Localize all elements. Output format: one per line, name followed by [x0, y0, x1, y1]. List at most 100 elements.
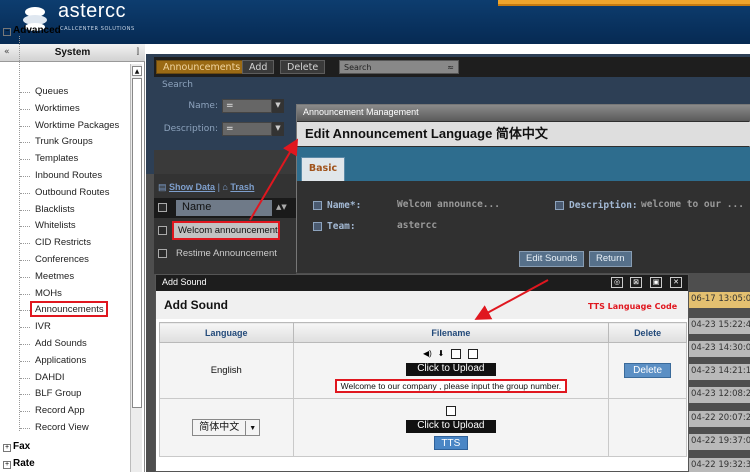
tab-basic[interactable]: Basic — [301, 157, 345, 181]
maximize-icon[interactable]: ⊠ — [630, 277, 642, 288]
tree-connector — [20, 310, 30, 312]
tree-connector — [20, 360, 30, 362]
selection-highlight — [30, 301, 108, 318]
sidebar-item-record-app[interactable]: Record App — [35, 405, 85, 416]
sidebar-item-mohs[interactable]: MOHs — [35, 288, 62, 299]
checkbox[interactable] — [467, 349, 478, 360]
expand-plus-icon[interactable]: + — [3, 461, 11, 469]
return-button[interactable]: Return — [589, 251, 632, 267]
sidebar-header: « System ⫿ — [0, 44, 145, 62]
sidebar-pin-icon[interactable]: ⫿ — [136, 47, 139, 57]
delete-sound-button[interactable]: Delete — [624, 363, 672, 378]
tree-node-label: Fax — [13, 441, 31, 452]
upload-button[interactable]: Click to Upload — [405, 363, 496, 376]
sidebar-item-applications[interactable]: Applications — [35, 355, 86, 366]
delete-cell: Delete — [608, 342, 687, 399]
dropdown-arrow-icon[interactable]: ▼ — [272, 99, 284, 113]
tree-connector — [20, 428, 30, 429]
header-accent-bar — [498, 0, 750, 6]
dropdown-arrow-icon[interactable]: ▼ — [272, 122, 284, 136]
tts-text-field[interactable]: Welcome to our company , please input th… — [334, 379, 568, 393]
name-column-header[interactable]: Name — [176, 200, 272, 216]
tts-button[interactable]: TTS — [433, 435, 468, 450]
checkbox[interactable] — [445, 405, 456, 416]
name-operator-select[interactable]: = — [222, 99, 272, 113]
search-select[interactable]: Search ≈ — [339, 60, 459, 74]
close-icon[interactable]: ✕ — [670, 277, 682, 288]
link-separator: | — [217, 182, 220, 192]
app-header: astercc CALLCENTER SOLUTIONS — [0, 0, 750, 44]
tree-node-advanced[interactable]: − Advanced — [3, 25, 61, 36]
expand-plus-icon[interactable]: + — [3, 444, 11, 452]
trash-link[interactable]: Trash — [230, 182, 254, 192]
dialog-titlebar[interactable]: Add Sound ◎ ⊠ ▣ ✕ — [156, 275, 688, 291]
chevron-icon: ≈ — [447, 63, 454, 72]
download-icon[interactable]: ⬇ — [436, 349, 447, 360]
sidebar-item-blacklists[interactable]: Blacklists — [35, 204, 75, 215]
window-titlebar[interactable]: Announcement Management — [297, 105, 750, 121]
row-checkbox[interactable] — [158, 226, 167, 235]
row-name: Welcom announcement — [178, 225, 278, 236]
sidebar-item-ivr[interactable]: IVR — [35, 321, 51, 332]
table-row: 简体中文 ▼ Click to Upload TTS — [159, 398, 687, 457]
name-filter-label: Name: — [188, 101, 218, 111]
edit-sounds-button[interactable]: Edit Sounds — [519, 251, 585, 267]
sidebar-item-conferences[interactable]: Conferences — [35, 254, 89, 265]
timestamp-cell: 04-22 19:32:31 — [688, 458, 750, 472]
expand-minus-icon[interactable]: − — [3, 28, 11, 36]
sidebar-item-outbound-routes[interactable]: Outbound Routes — [35, 187, 109, 198]
sidebar-item-blf-group[interactable]: BLF Group — [35, 388, 81, 399]
sidebar-item-record-view[interactable]: Record View — [35, 422, 89, 433]
show-data-link[interactable]: Show Data — [169, 182, 215, 192]
timestamp-cell: 04-23 12:08:29 — [688, 387, 750, 403]
sidebar-item-cid-restricts[interactable]: CID Restricts — [35, 237, 91, 248]
row-checkbox[interactable] — [158, 249, 167, 258]
sidebar-item-trunk-groups[interactable]: Trunk Groups — [35, 136, 93, 147]
delete-button[interactable]: Delete — [280, 60, 326, 74]
select-all-checkbox[interactable] — [158, 203, 167, 212]
checkbox[interactable] — [451, 349, 462, 360]
search-heading: Search — [162, 80, 193, 90]
tree-node-fax[interactable]: + Fax — [3, 441, 30, 452]
tab-strip: Basic — [297, 147, 750, 181]
sidebar-item-add-sounds[interactable]: Add Sounds — [35, 338, 87, 349]
scroll-up-icon[interactable]: ▲ — [132, 66, 142, 76]
play-sound-icon[interactable]: ◀) — [422, 349, 433, 360]
row-name: Restime Announcement — [176, 248, 277, 259]
sidebar-item-inbound-routes[interactable]: Inbound Routes — [35, 170, 102, 181]
sidebar-item-dahdi[interactable]: DAHDI — [35, 372, 65, 383]
logo-subtitle: CALLCENTER SOLUTIONS — [60, 26, 135, 32]
sidebar-scrollbar[interactable]: ▲ — [130, 64, 142, 472]
sidebar-item-worktime-packages[interactable]: Worktime Packages — [35, 120, 119, 131]
sidebar-item-meetmes[interactable]: Meetmes — [35, 271, 74, 282]
table-row[interactable]: Restime Announcement — [154, 245, 296, 263]
minimize-icon[interactable]: ▣ — [650, 277, 662, 288]
language-select[interactable]: 简体中文 ▼ — [192, 419, 261, 436]
tree-node-rate[interactable]: + Rate — [3, 458, 35, 469]
tree-node-label: Advanced — [13, 25, 61, 36]
tab-announcements[interactable]: Announcements — [156, 60, 248, 74]
tree-connector — [20, 226, 30, 228]
table-header-row: Language Filename Delete — [159, 322, 687, 343]
language-cell: 简体中文 ▼ — [159, 398, 294, 457]
grid-header: Name ▲▼ — [154, 198, 296, 218]
sidebar-item-whitelists[interactable]: Whitelists — [35, 220, 76, 231]
sort-icon[interactable]: ▲▼ — [276, 203, 287, 211]
tree-connector — [20, 293, 30, 295]
sidebar-item-worktimes[interactable]: Worktimes — [35, 103, 80, 114]
scroll-thumb[interactable] — [132, 78, 142, 408]
add-button[interactable]: Add — [242, 60, 275, 74]
grid-links: ▤ Show Data | ⌂ Trash — [158, 182, 254, 193]
sidebar-item-queues[interactable]: Queues — [35, 86, 68, 97]
tree-connector — [20, 142, 30, 144]
dropdown-arrow-icon[interactable]: ▼ — [245, 421, 259, 436]
table-row-selected[interactable]: Welcom announcement — [172, 221, 280, 240]
timestamp-cell: 04-22 19:37:05 — [688, 434, 750, 450]
tree-connector — [20, 125, 30, 127]
tree-connector — [20, 394, 30, 396]
restore-icon[interactable]: ◎ — [611, 277, 623, 288]
sidebar-item-templates[interactable]: Templates — [35, 153, 78, 164]
name-label: Name*: — [327, 200, 362, 211]
upload-button[interactable]: Click to Upload — [405, 419, 496, 433]
description-operator-select[interactable]: = — [222, 122, 272, 136]
